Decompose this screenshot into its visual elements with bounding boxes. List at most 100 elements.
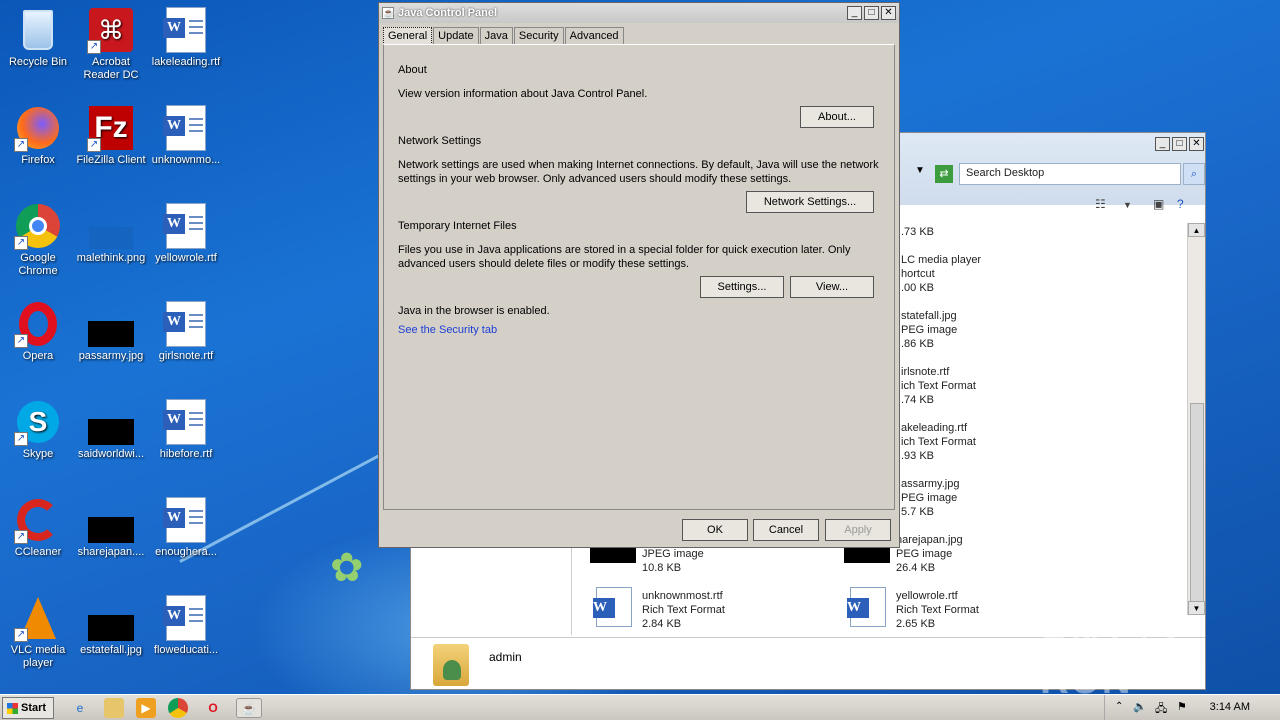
word-doc-icon: W: [162, 202, 210, 250]
tab-general[interactable]: General: [383, 27, 433, 45]
desktop-icon-malethink[interactable]: malethink.png: [73, 202, 149, 265]
list-item[interactable]: W unknownmost.rtf Rich Text Format 2.84 KB: [593, 587, 725, 631]
ok-button[interactable]: OK: [682, 519, 748, 541]
temp-files-heading: Temporary Internet Files: [398, 220, 517, 232]
general-tab-panel: About View version information about Jav…: [383, 44, 895, 510]
opera-icon: ↗: [14, 300, 62, 348]
list-item[interactable]: LC media player hortcut .00 KB: [901, 253, 981, 295]
image-icon: [87, 594, 135, 642]
tab-java[interactable]: Java: [479, 27, 513, 45]
apply-button[interactable]: Apply: [825, 519, 891, 541]
tab-advanced[interactable]: Advanced: [564, 27, 624, 45]
chrome-icon[interactable]: [168, 698, 188, 718]
flag-icon[interactable]: ⚑: [1177, 700, 1187, 713]
media-player-icon[interactable]: ▶: [136, 698, 156, 718]
network-settings-button[interactable]: Network Settings...: [746, 191, 874, 213]
clock[interactable]: 3:14 AM: [1210, 701, 1250, 713]
temp-files-text-line1: Files you use in Java applications are s…: [398, 244, 851, 256]
desktop-icon-chrome[interactable]: ↗ Google Chrome: [0, 202, 76, 278]
desktop-icon-skype[interactable]: S ↗ Skype: [0, 398, 76, 461]
settings-button[interactable]: Settings...: [700, 276, 784, 298]
word-doc-icon: W: [162, 594, 210, 642]
file-explorer-icon[interactable]: [104, 698, 124, 718]
about-text: View version information about Java Cont…: [398, 88, 648, 100]
security-tab-link[interactable]: See the Security tab: [398, 323, 497, 337]
desktop-icon-sharejapan[interactable]: sharejapan....: [73, 496, 149, 559]
user-folder-icon: [433, 644, 469, 686]
image-icon: [87, 202, 135, 250]
word-doc-icon: W: [162, 6, 210, 54]
java-taskbar-icon[interactable]: ☕: [236, 698, 262, 718]
desktop-icon-yellowrole[interactable]: W yellowrole.rtf: [148, 202, 224, 265]
list-item[interactable]: harejapan.jpg PEG image 26.4 KB: [844, 533, 963, 575]
network-text-line1: Network settings are used when making In…: [398, 159, 879, 171]
desktop-icon-vlc[interactable]: ↗ VLC media player: [0, 594, 76, 670]
maximize-button[interactable]: □: [864, 6, 879, 20]
network-icon[interactable]: 🖧: [1155, 700, 1167, 719]
search-input[interactable]: Search Desktop: [959, 163, 1181, 185]
maximize-button[interactable]: □: [1172, 137, 1187, 151]
about-button[interactable]: About...: [800, 106, 874, 128]
tab-bar: General Update Java Security Advanced: [383, 27, 625, 45]
user-name: admin: [489, 650, 522, 664]
tab-security[interactable]: Security: [513, 27, 564, 45]
java-icon: ☕: [382, 7, 395, 19]
desktop-icon-floweducation[interactable]: W floweducati...: [148, 594, 224, 657]
chevron-down-icon[interactable]: ▼: [1123, 200, 1132, 210]
desktop-icon-unknownmost[interactable]: W unknownmo...: [148, 104, 224, 167]
desktop-icon-opera[interactable]: ↗ Opera: [0, 300, 76, 363]
speaker-icon[interactable]: 🔈: [1133, 700, 1147, 713]
close-button[interactable]: ✕: [1189, 137, 1204, 151]
image-icon: [87, 496, 135, 544]
desktop-icon-enoughera[interactable]: W enoughera...: [148, 496, 224, 559]
word-doc-icon: W: [162, 496, 210, 544]
help-icon[interactable]: ?: [1177, 197, 1184, 211]
desktop-icon-saidworldwide[interactable]: saidworldwi...: [73, 398, 149, 461]
desktop-icon-firefox[interactable]: ↗ Firefox: [0, 104, 76, 167]
title-bar[interactable]: ☕ Java Control Panel _ □ ✕: [379, 3, 899, 23]
opera-icon[interactable]: O: [203, 698, 223, 718]
internet-explorer-icon[interactable]: e: [70, 698, 90, 718]
scroll-thumb[interactable]: [1190, 403, 1204, 613]
desktop-icon-recycle-bin[interactable]: Recycle Bin: [0, 6, 76, 69]
desktop-icon-passarmy[interactable]: passarmy.jpg: [73, 300, 149, 363]
image-icon: [87, 398, 135, 446]
word-doc-icon: W: [162, 398, 210, 446]
desktop-icon-girlsnote[interactable]: W girlsnote.rtf: [148, 300, 224, 363]
list-item[interactable]: W yellowrole.rtf Rich Text Format 2.65 KB: [847, 587, 979, 631]
chevron-down-icon[interactable]: ▼: [915, 165, 925, 176]
desktop-icon-estatefall[interactable]: estatefall.jpg: [73, 594, 149, 657]
minimize-button[interactable]: _: [847, 6, 862, 20]
view-options-icon[interactable]: ☷: [1095, 197, 1106, 211]
desktop-icon-filezilla[interactable]: Fz ↗ FileZilla Client: [73, 104, 149, 167]
desktop-icon-hibefore[interactable]: W hibefore.rtf: [148, 398, 224, 461]
list-item[interactable]: irlsnote.rtf ich Text Format .74 KB: [901, 365, 976, 407]
list-item[interactable]: .73 KB: [901, 225, 934, 239]
list-item[interactable]: assarmy.jpg PEG image 5.7 KB: [901, 477, 959, 519]
taskbar: Start e ▶ O ☕ ⌃ 🔈 🖧 ⚑ 3:14 AM: [0, 694, 1280, 720]
cancel-button[interactable]: Cancel: [753, 519, 819, 541]
view-button[interactable]: View...: [790, 276, 874, 298]
list-item[interactable]: statefall.jpg PEG image .86 KB: [901, 309, 957, 351]
start-button[interactable]: Start: [2, 697, 54, 719]
search-icon[interactable]: ⌕: [1183, 163, 1205, 185]
tab-update[interactable]: Update: [433, 27, 479, 45]
scroll-up-icon[interactable]: ▲: [1188, 223, 1205, 237]
temp-files-text-line2: advanced users should delete files or mo…: [398, 258, 690, 270]
system-tray: ⌃ 🔈 🖧 ⚑ 3:14 AM: [1104, 695, 1280, 720]
tray-expand-icon[interactable]: ⌃: [1115, 701, 1123, 712]
java-control-panel-window[interactable]: ☕ Java Control Panel _ □ ✕ General Updat…: [378, 2, 900, 548]
chrome-icon: ↗: [14, 202, 62, 250]
list-item[interactable]: akeleading.rtf ich Text Format .93 KB: [901, 421, 976, 463]
pane-divider[interactable]: [571, 533, 572, 635]
preview-pane-icon[interactable]: ▣: [1153, 197, 1164, 211]
refresh-icon[interactable]: ⇄: [935, 165, 953, 183]
vlc-icon: ↗: [14, 594, 62, 642]
close-button[interactable]: ✕: [881, 6, 896, 20]
word-doc-icon: W: [593, 587, 632, 627]
minimize-button[interactable]: _: [1155, 137, 1170, 151]
desktop-icon-acrobat[interactable]: ⌘ ↗ Acrobat Reader DC: [73, 6, 149, 82]
scrollbar[interactable]: ▲ ▼: [1187, 223, 1205, 615]
desktop-icon-ccleaner[interactable]: ↗ CCleaner: [0, 496, 76, 559]
desktop-icon-lakeleading[interactable]: W lakeleading.rtf: [148, 6, 224, 69]
